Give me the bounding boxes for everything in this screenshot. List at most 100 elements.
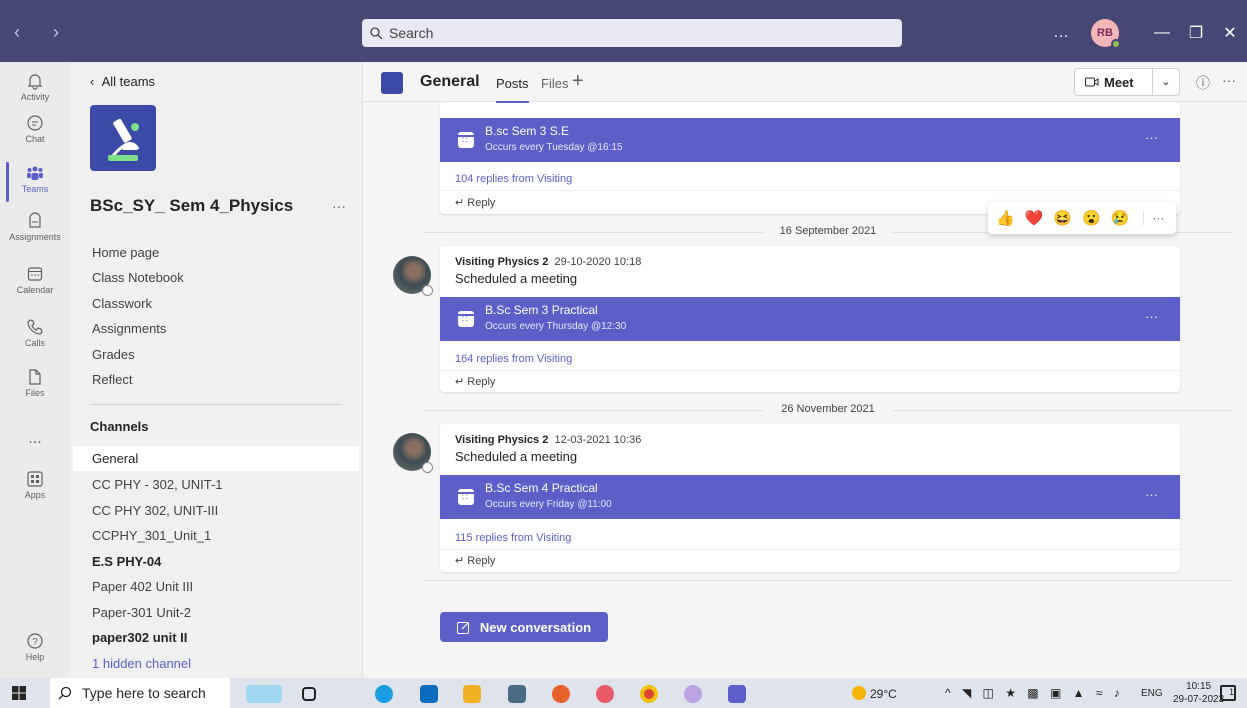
- replies-link[interactable]: 115 replies from Visiting: [455, 532, 571, 544]
- channel-item[interactable]: Paper-301 Unit-2: [73, 600, 359, 625]
- channel-title: General: [420, 73, 480, 90]
- edge-browser-icon[interactable]: [375, 685, 393, 703]
- search-input[interactable]: Search: [362, 19, 902, 47]
- rail-more-apps[interactable]: ...: [0, 430, 70, 448]
- hidden-channels-link[interactable]: 1 hidden channel: [73, 651, 359, 676]
- meeting-card[interactable]: B.sc Sem 3 S.E Occurs every Tuesday @16:…: [440, 118, 1180, 162]
- close-button[interactable]: ✕: [1213, 23, 1247, 43]
- rail-item-calls[interactable]: Calls: [0, 318, 70, 348]
- weather-widget[interactable]: 29°C: [852, 686, 897, 701]
- team-link-classwork[interactable]: Classwork: [92, 296, 152, 311]
- replies-link[interactable]: 104 replies from Visiting: [455, 173, 572, 185]
- channel-item[interactable]: CC PHY - 302, UNIT-1: [73, 472, 359, 497]
- channel-item[interactable]: Paper 402 Unit III: [73, 574, 359, 599]
- avatar[interactable]: [393, 256, 433, 296]
- clock[interactable]: 10:15 29-07-2023: [1173, 680, 1224, 706]
- post-author: Visiting Physics 2: [455, 256, 549, 268]
- chevron-down-icon[interactable]: ⌄: [1153, 77, 1179, 88]
- more-options-button[interactable]: ···: [1143, 211, 1164, 225]
- system-tray-icons[interactable]: ^ ◥ ◫ ★ ▩ ▣ ▲ ≈ ♪: [945, 686, 1124, 700]
- surprised-reaction-icon[interactable]: 😮: [1082, 209, 1101, 227]
- meeting-card[interactable]: B.Sc Sem 3 Practical Occurs every Thursd…: [440, 297, 1180, 341]
- laugh-reaction-icon[interactable]: 😆: [1053, 209, 1072, 227]
- rail-label: Chat: [25, 134, 45, 144]
- file-icon: [29, 369, 41, 385]
- search-highlight-icon[interactable]: [246, 685, 282, 703]
- rail-item-teams[interactable]: Teams: [0, 162, 70, 202]
- teams-taskbar-icon[interactable]: [728, 685, 746, 703]
- windows-start-icon[interactable]: [12, 686, 26, 700]
- rail-item-files[interactable]: Files: [0, 368, 70, 398]
- paint-icon[interactable]: [684, 685, 702, 703]
- temperature: 29°C: [870, 687, 897, 701]
- like-reaction-icon[interactable]: 👍: [996, 209, 1015, 227]
- post-text: Scheduled a meeting: [455, 449, 578, 464]
- reply-button[interactable]: ↵ Reply: [455, 196, 495, 209]
- post-card: Visiting Physics 2 12-03-2021 10:36 Sche…: [440, 424, 1180, 572]
- reply-button[interactable]: ↵ Reply: [455, 554, 495, 567]
- info-icon[interactable]: ⓘ: [1196, 73, 1210, 93]
- help-icon: ?: [27, 633, 43, 649]
- search-placeholder: Search: [389, 25, 434, 41]
- compose-icon: [456, 621, 469, 634]
- reply-button[interactable]: ↵ Reply: [455, 375, 495, 388]
- rail-item-apps[interactable]: Apps: [0, 470, 70, 500]
- post-card: Visiting Physics 2 29-10-2020 10:18 Sche…: [440, 246, 1180, 392]
- team-link-grades[interactable]: Grades: [92, 347, 135, 362]
- channel-item-general[interactable]: General: [73, 446, 359, 471]
- new-conversation-button[interactable]: New conversation: [440, 612, 608, 642]
- minimize-button[interactable]: —: [1145, 24, 1179, 42]
- task-view-icon[interactable]: [302, 687, 316, 701]
- channel-item[interactable]: E.S PHY-04: [73, 549, 359, 574]
- add-tab-button[interactable]: +: [572, 70, 584, 93]
- meeting-more-button[interactable]: ···: [1145, 487, 1158, 502]
- file-explorer-icon[interactable]: [463, 685, 481, 703]
- notification-icon[interactable]: 1: [1220, 685, 1236, 701]
- sad-reaction-icon[interactable]: 😢: [1111, 209, 1130, 227]
- channel-item[interactable]: CC PHY 302, UNIT-III: [73, 498, 359, 523]
- post-meta: Visiting Physics 2 29-10-2020 10:18: [455, 256, 641, 268]
- heart-reaction-icon[interactable]: ❤️: [1025, 209, 1044, 227]
- all-teams-link[interactable]: ‹ All teams: [90, 74, 155, 89]
- taskbar-search-input[interactable]: Type here to search: [50, 678, 230, 708]
- divider: [440, 370, 1180, 371]
- channel-main: General Posts Files + Meet ⌄ ⓘ ··· B.sc …: [362, 62, 1247, 678]
- meet-button[interactable]: Meet ⌄: [1074, 68, 1180, 96]
- meeting-card[interactable]: B.Sc Sem 4 Practical Occurs every Friday…: [440, 475, 1180, 519]
- channel-item[interactable]: CCPHY_301_Unit_1: [73, 523, 359, 548]
- maximize-button[interactable]: ❐: [1179, 23, 1213, 43]
- chrome-icon[interactable]: [640, 685, 658, 703]
- tab-files[interactable]: Files: [541, 76, 568, 91]
- team-more-button[interactable]: ···: [332, 198, 346, 214]
- meeting-recurrence: Occurs every Tuesday @16:15: [485, 142, 623, 153]
- nav-arrows[interactable]: ‹ ›: [14, 22, 73, 43]
- presence-dot: [1111, 39, 1121, 49]
- meeting-more-button[interactable]: ···: [1145, 309, 1158, 324]
- team-link-assignments[interactable]: Assignments: [92, 321, 166, 336]
- language-indicator[interactable]: ENG: [1141, 688, 1163, 699]
- team-link-reflect[interactable]: Reflect: [92, 372, 132, 387]
- rail-item-chat[interactable]: Chat: [0, 114, 70, 144]
- rail-item-calendar[interactable]: Calendar: [0, 265, 70, 295]
- mail-icon[interactable]: [420, 685, 438, 703]
- rail-item-activity[interactable]: Activity: [0, 72, 70, 102]
- calendar-icon: [458, 489, 474, 505]
- settings-more-button[interactable]: …: [1053, 24, 1069, 42]
- app-icon[interactable]: [596, 685, 614, 703]
- replies-link[interactable]: 164 replies from Visiting: [455, 353, 572, 365]
- rail-item-help[interactable]: ? Help: [0, 632, 70, 662]
- camera-icon[interactable]: [508, 685, 526, 703]
- user-avatar[interactable]: RB: [1091, 19, 1121, 49]
- meeting-more-button[interactable]: ···: [1145, 130, 1158, 145]
- channel-item[interactable]: paper302 unit II: [73, 625, 359, 650]
- divider: [90, 404, 342, 405]
- rail-item-assignments[interactable]: Assignments: [0, 212, 70, 242]
- channels-heading: Channels: [90, 419, 149, 434]
- firefox-icon[interactable]: [552, 685, 570, 703]
- avatar[interactable]: [393, 433, 433, 473]
- all-teams-label: All teams: [101, 74, 156, 89]
- channel-more-button[interactable]: ···: [1222, 72, 1236, 88]
- tab-posts[interactable]: Posts: [496, 76, 529, 103]
- team-link-notebook[interactable]: Class Notebook: [92, 270, 184, 285]
- team-link-home[interactable]: Home page: [92, 245, 159, 260]
